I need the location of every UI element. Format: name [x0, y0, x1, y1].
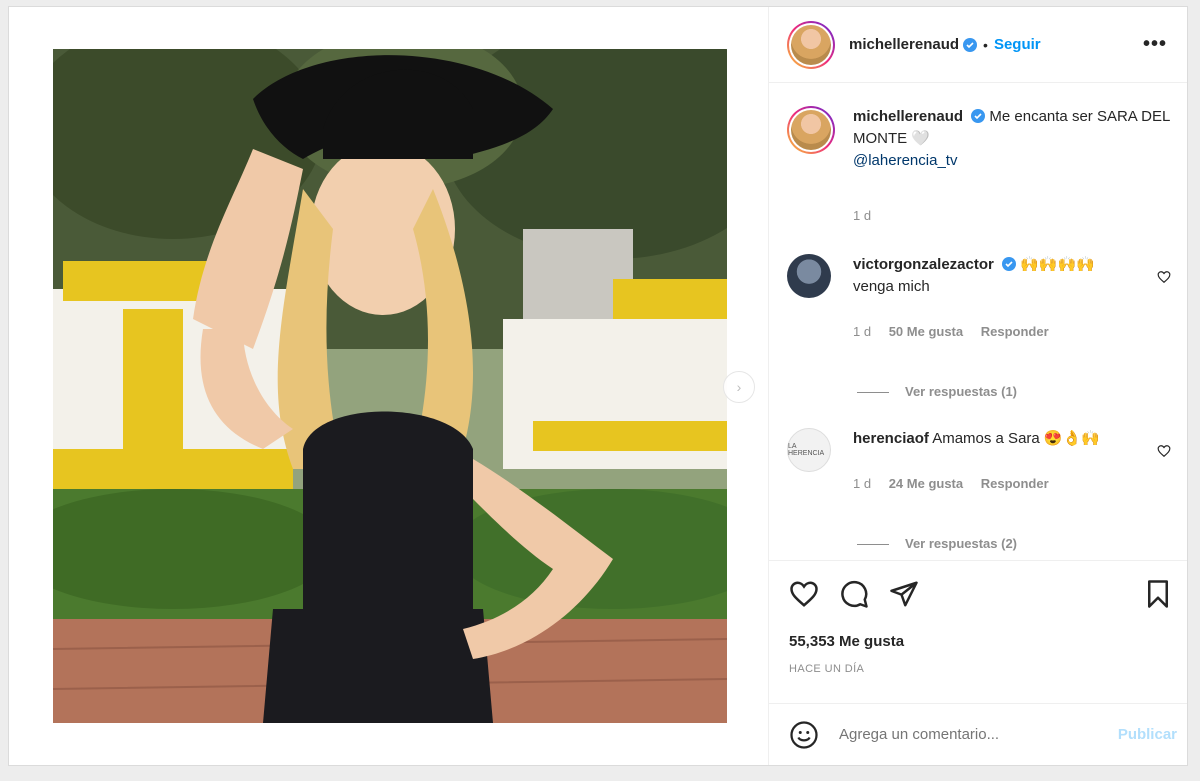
more-options-icon[interactable]: ••• — [1143, 33, 1167, 56]
commenter-avatar[interactable] — [787, 254, 831, 298]
follow-button[interactable]: Seguir — [994, 36, 1041, 53]
caption-username[interactable]: michellerenaud — [853, 108, 963, 125]
comment-likes[interactable]: 50 Me gusta — [889, 324, 963, 339]
view-replies-label: Ver respuestas (2) — [905, 536, 1018, 551]
post-media-panel: › — [9, 7, 769, 765]
comment-meta: 1 d 50 Me gusta Responder — [853, 324, 1063, 339]
post-actions: 55,353 Me gusta HACE UN DÍA Publicar — [769, 560, 1187, 765]
comment-time[interactable]: 1 d — [853, 476, 871, 491]
comment-time[interactable]: 1 d — [853, 324, 871, 339]
reply-button[interactable]: Responder — [981, 476, 1049, 491]
caption-avatar[interactable] — [787, 106, 835, 154]
share-icon[interactable] — [889, 579, 919, 609]
caption-time[interactable]: 1 d — [853, 208, 871, 223]
verified-badge-icon — [1002, 257, 1017, 271]
view-replies-label: Ver respuestas (1) — [905, 384, 1018, 399]
verified-badge-icon — [971, 109, 986, 123]
author-username[interactable]: michellerenaud — [849, 36, 959, 53]
reply-button[interactable]: Responder — [981, 324, 1049, 339]
comments-list[interactable]: michellerenaud Me encanta ser SARA DEL M… — [769, 84, 1187, 560]
save-icon[interactable] — [1143, 579, 1173, 609]
caption-meta: 1 d — [853, 208, 885, 223]
separator-dot: • — [983, 36, 988, 53]
post-photo-illustration — [53, 49, 727, 723]
add-comment-bar: Publicar — [769, 703, 1187, 766]
caption-mention[interactable]: @laherencia_tv — [853, 152, 957, 169]
view-replies-button[interactable]: Ver respuestas (1) — [857, 384, 1017, 399]
comment-emoji: 🙌🙌🙌🙌 — [1020, 256, 1095, 273]
emoji-icon[interactable] — [789, 720, 819, 750]
publish-button[interactable]: Publicar — [1118, 726, 1177, 743]
comment-meta: 1 d 24 Me gusta Responder — [853, 476, 1063, 491]
comment-like-heart-icon[interactable] — [1157, 444, 1171, 458]
post-timestamp: HACE UN DÍA — [789, 663, 865, 675]
comment-text: herenciaof Amamos a Sara 😍👌🙌 — [853, 428, 1173, 450]
view-replies-button[interactable]: Ver respuestas (2) — [857, 536, 1017, 551]
caption-text: michellerenaud Me encanta ser SARA DEL M… — [853, 106, 1173, 172]
likes-count[interactable]: 55,353 Me gusta — [789, 633, 904, 650]
author-avatar[interactable] — [787, 20, 835, 69]
comment-input[interactable] — [839, 726, 1099, 743]
comment-like-heart-icon[interactable] — [1157, 270, 1171, 284]
next-photo-button[interactable]: › — [723, 371, 755, 403]
post-photo[interactable] — [53, 49, 727, 723]
post-modal: › michellerenaud • Seguir ••• michellere… — [8, 6, 1188, 766]
verified-badge-icon — [963, 37, 978, 52]
commenter-username[interactable]: herenciaof — [853, 430, 929, 447]
comment-icon[interactable] — [839, 579, 869, 609]
comment-body: venga mich — [853, 278, 930, 295]
comment-text: victorgonzalezactor 🙌🙌🙌🙌 venga mich — [853, 254, 1173, 298]
comment-body: Amamos a Sara 😍👌🙌 — [932, 430, 1100, 447]
post-header: michellerenaud • Seguir ••• — [769, 7, 1187, 83]
post-sidebar: michellerenaud • Seguir ••• michellerena… — [769, 7, 1187, 765]
comment-likes[interactable]: 24 Me gusta — [889, 476, 963, 491]
heart-icon[interactable] — [789, 579, 819, 609]
commenter-username[interactable]: victorgonzalezactor — [853, 256, 994, 273]
commenter-avatar[interactable]: LA HERENCIA — [787, 428, 831, 472]
next-arrow-icon: › — [736, 379, 742, 395]
